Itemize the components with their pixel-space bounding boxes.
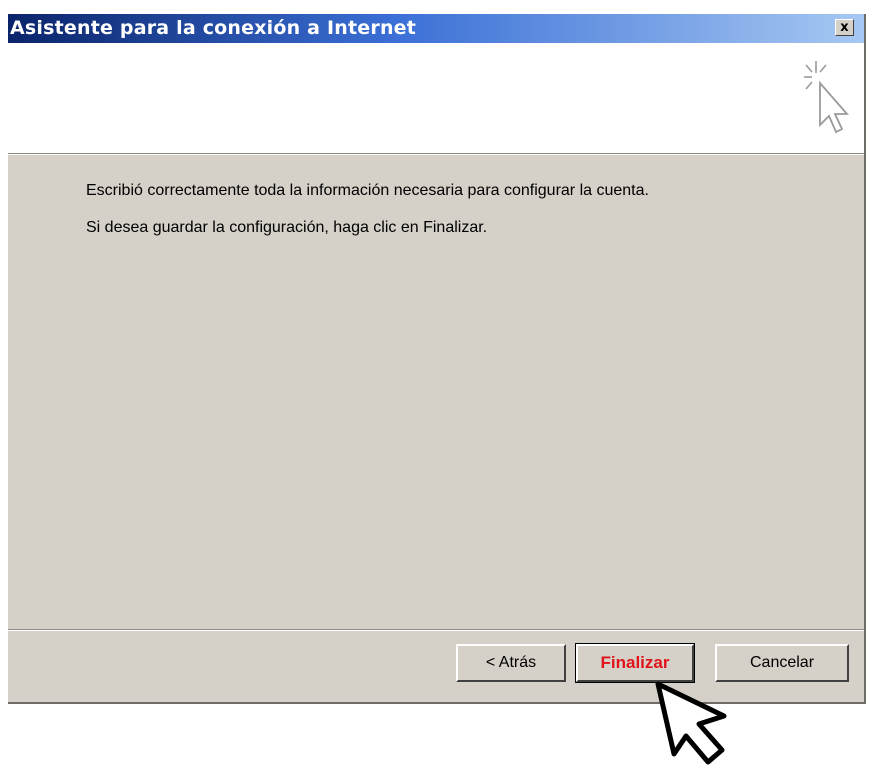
instruction-message: Si desea guardar la configuración, haga … xyxy=(86,219,488,236)
window-title: Asistente para la conexión a Internet xyxy=(10,17,417,39)
finish-button[interactable]: Finalizar xyxy=(575,643,695,683)
header-divider xyxy=(8,154,864,155)
footer-separator xyxy=(8,629,864,631)
close-icon: x xyxy=(840,20,849,35)
close-button[interactable]: x xyxy=(835,19,854,36)
mouse-pointer-icon xyxy=(655,681,727,765)
info-message: Escribió correctamente toda la informaci… xyxy=(86,182,649,199)
wizard-dialog: Asistente para la conexión a Internet x … xyxy=(8,14,866,704)
wizard-cursor-sparkle-icon xyxy=(804,61,849,134)
title-bar[interactable]: Asistente para la conexión a Internet x xyxy=(8,14,864,43)
back-button[interactable]: < Atrás xyxy=(456,644,566,682)
wizard-header-panel xyxy=(8,43,864,154)
cancel-button[interactable]: Cancelar xyxy=(715,644,849,682)
